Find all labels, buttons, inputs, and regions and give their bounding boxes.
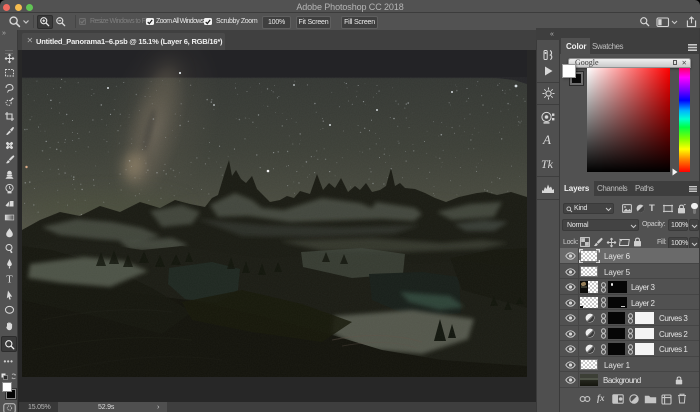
svg-text:T: T — [6, 274, 13, 284]
